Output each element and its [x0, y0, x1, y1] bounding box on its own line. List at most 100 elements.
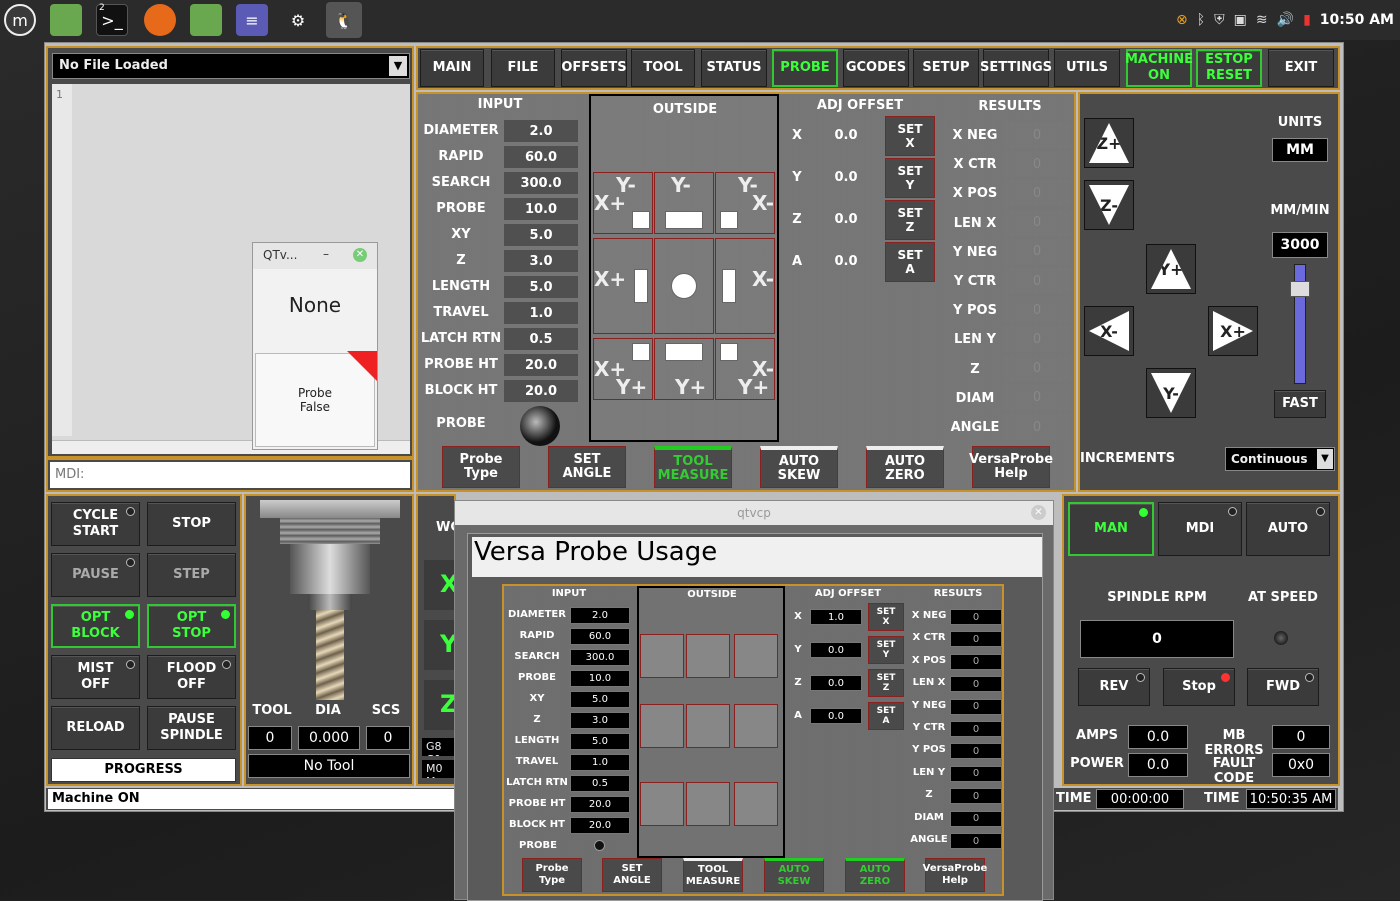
cycle-start-button[interactable]: CYCLE START	[51, 502, 140, 546]
adj-offset-value[interactable]: 0.0	[826, 128, 866, 143]
input-value[interactable]: 10.0	[504, 198, 578, 220]
jog-x-plus-button[interactable]: X+	[1208, 306, 1258, 356]
screenshot-icon[interactable]: ▣	[1234, 12, 1247, 28]
mdi-input[interactable]: MDI:	[50, 462, 410, 488]
tab-settings[interactable]: SETTINGS	[980, 49, 1052, 87]
probe-tile[interactable]: Y- X-	[715, 172, 775, 234]
mist-button[interactable]: MIST OFF	[51, 655, 140, 699]
mdi-mode-button[interactable]: MDI	[1158, 502, 1242, 556]
fast-button[interactable]: FAST	[1274, 390, 1326, 418]
probe-tool-measure-button[interactable]: TOOL MEASURE	[654, 446, 732, 488]
wifi-icon[interactable]: ≋	[1256, 12, 1268, 28]
jog-y-plus-button[interactable]: Y+	[1146, 244, 1196, 294]
probe-tile[interactable]: Y-	[654, 172, 714, 234]
adj-offset-value[interactable]: 0.0	[826, 170, 866, 185]
jog-rate-value[interactable]: 3000	[1272, 232, 1328, 258]
clock[interactable]: 10:50 AM	[1320, 12, 1394, 28]
probe-tile[interactable]: Y+ X-	[715, 338, 775, 400]
tab-offsets[interactable]: OFFSETS	[561, 49, 627, 87]
jog-z-minus-button[interactable]: Z-	[1084, 180, 1134, 230]
spindle-rev-button[interactable]: REV	[1078, 668, 1150, 706]
tab-setup[interactable]: SETUP	[913, 49, 979, 87]
machine-on-button[interactable]: MACHINE ON	[1125, 49, 1193, 87]
opt-stop-button[interactable]: OPT STOP	[147, 604, 236, 648]
tab-gcodes[interactable]: GCODES	[843, 49, 909, 87]
input-value[interactable]: 5.0	[504, 224, 578, 246]
probe-tile[interactable]: X-	[715, 238, 775, 334]
dro-y[interactable]: Y	[424, 620, 457, 670]
input-value[interactable]: 5.0	[504, 276, 578, 298]
pause-spindle-button[interactable]: PAUSE SPINDLE	[147, 706, 236, 750]
probe-probe-type-button[interactable]: Probe Type	[442, 446, 520, 488]
jog-rate-slider[interactable]	[1290, 264, 1310, 384]
update-icon[interactable]: ⊗	[1176, 12, 1188, 28]
input-value[interactable]: 0.5	[504, 328, 578, 350]
input-value[interactable]: 1.0	[504, 302, 578, 324]
tab-utils[interactable]: UTILS	[1054, 49, 1120, 87]
step-button[interactable]: STEP	[147, 553, 236, 597]
increments-combo[interactable]: Continuous ▼	[1225, 447, 1335, 471]
spindle-stop-button[interactable]: Stop	[1163, 668, 1235, 706]
man-mode-button[interactable]: MAN	[1068, 502, 1154, 556]
input-value[interactable]: 3.0	[504, 250, 578, 272]
qtdragon-app-icon[interactable]: 🐧	[326, 2, 362, 38]
input-value[interactable]: 20.0	[504, 380, 578, 402]
probe-tile[interactable]	[654, 238, 714, 334]
set-z-button[interactable]: SET Z	[885, 200, 935, 240]
firefox-icon[interactable]	[144, 4, 176, 36]
file-combo[interactable]: No File Loaded ▼	[52, 53, 410, 79]
minimize-icon[interactable]: –	[323, 247, 329, 261]
shield-icon[interactable]: ⛨	[1214, 12, 1225, 28]
estop-reset-button[interactable]: ESTOP RESET	[1196, 49, 1262, 87]
show-desktop-icon[interactable]	[50, 4, 82, 36]
slider-handle[interactable]	[1290, 281, 1310, 297]
probe-tile[interactable]: X+	[593, 238, 653, 334]
jog-z-plus-button[interactable]: Z+	[1084, 118, 1134, 168]
battery-icon[interactable]: ▮	[1303, 12, 1311, 28]
tab-tool[interactable]: TOOL	[631, 49, 695, 87]
probe-tile[interactable]: Y+	[654, 338, 714, 400]
probe-versaprobe-help-button[interactable]: VersaProbe Help	[969, 446, 1053, 488]
tab-probe[interactable]: PROBE	[772, 49, 838, 87]
units-value[interactable]: MM	[1272, 138, 1328, 162]
pause-button[interactable]: PAUSE	[51, 553, 140, 597]
exit-button[interactable]: EXIT	[1268, 49, 1334, 87]
dro-z[interactable]: Z	[424, 680, 457, 730]
close-icon[interactable]: ✕	[1031, 505, 1046, 520]
jog-y-minus-button[interactable]: Y-	[1146, 368, 1196, 418]
adj-offset-value[interactable]: 0.0	[826, 212, 866, 227]
flood-button[interactable]: FLOOD OFF	[147, 655, 236, 699]
volume-icon[interactable]: 🔊	[1277, 12, 1294, 28]
terminal-icon[interactable]: >_ 2	[96, 3, 128, 36]
bluetooth-icon[interactable]: ᛒ	[1197, 12, 1205, 28]
probe-auto-zero-button[interactable]: AUTO ZERO	[866, 446, 944, 488]
linuxcnc-icon[interactable]: ⚙	[282, 4, 314, 36]
auto-mode-button[interactable]: AUTO	[1246, 502, 1330, 556]
probe-tile[interactable]: Y+ X+	[593, 338, 653, 400]
spindle-fwd-button[interactable]: FWD	[1247, 668, 1319, 706]
probe-tile[interactable]: Y- X+	[593, 172, 653, 234]
reload-button[interactable]: RELOAD	[51, 706, 140, 750]
close-icon[interactable]: ✕	[353, 248, 367, 262]
jog-x-minus-button[interactable]: X-	[1084, 306, 1134, 356]
dro-x[interactable]: X	[424, 560, 459, 610]
chevron-down-icon[interactable]: ▼	[389, 56, 407, 76]
adj-offset-value[interactable]: 0.0	[826, 254, 866, 269]
input-value[interactable]: 60.0	[504, 146, 578, 168]
input-value[interactable]: 300.0	[504, 172, 578, 194]
tab-file[interactable]: FILE	[491, 49, 555, 87]
probe-auto-skew-button[interactable]: AUTO SKEW	[760, 446, 838, 488]
input-value[interactable]: 20.0	[504, 354, 578, 376]
stop-button[interactable]: STOP	[147, 502, 236, 546]
tab-status[interactable]: STATUS	[701, 49, 767, 87]
text-editor-icon[interactable]: ≡	[236, 4, 268, 36]
mint-menu-icon[interactable]: m	[4, 4, 36, 36]
opt-block-button[interactable]: OPT BLOCK	[51, 604, 140, 648]
probe-set-angle-button[interactable]: SET ANGLE	[548, 446, 626, 488]
chevron-down-icon[interactable]: ▼	[1317, 449, 1333, 469]
files-icon[interactable]	[190, 4, 222, 36]
set-a-button[interactable]: SET A	[885, 242, 935, 282]
input-value[interactable]: 2.0	[504, 120, 578, 142]
set-y-button[interactable]: SET Y	[885, 158, 935, 198]
tab-main[interactable]: MAIN	[420, 49, 484, 87]
